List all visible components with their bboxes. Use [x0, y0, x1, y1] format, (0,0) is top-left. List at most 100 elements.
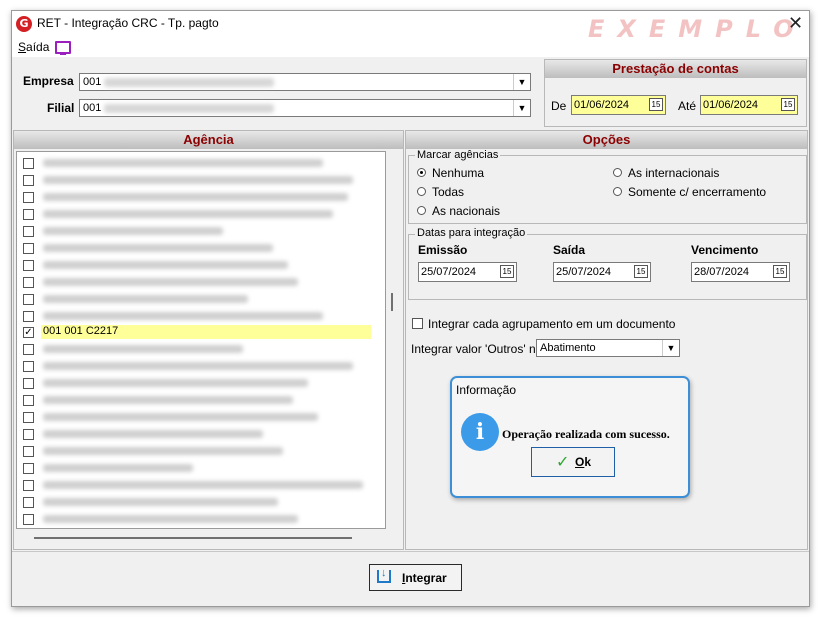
agencia-checkbox[interactable]	[23, 311, 34, 322]
chevron-down-icon[interactable]: ▼	[662, 340, 679, 356]
agencia-checkbox[interactable]	[23, 175, 34, 186]
radio-todas[interactable]	[417, 187, 426, 196]
radio-encerramento[interactable]	[613, 187, 622, 196]
radio-nacionais-label[interactable]: As nacionais	[432, 204, 500, 218]
saida-date-value: 25/07/2024	[556, 266, 612, 278]
agencia-checkbox[interactable]	[23, 480, 34, 491]
integrar-cada-label[interactable]: Integrar cada agrupamento em um document…	[428, 317, 675, 331]
integrar-outros-label: Integrar valor 'Outros' no	[411, 342, 543, 356]
de-label: De	[551, 99, 567, 113]
filial-name-redacted	[104, 104, 274, 113]
agencia-checkbox[interactable]	[23, 260, 34, 271]
agencia-checkbox[interactable]	[23, 395, 34, 406]
empresa-label: Empresa	[23, 74, 74, 88]
filial-select[interactable]: 001 ▼	[79, 99, 531, 117]
horizontal-scrollbar-thumb[interactable]	[34, 537, 352, 539]
ok-accel: O	[575, 455, 585, 469]
chevron-down-icon[interactable]: ▼	[513, 100, 530, 116]
list-item	[43, 244, 273, 252]
title-bar: G RET - Integração CRC - Tp. pagto EXEMP…	[12, 11, 809, 43]
ate-date-field[interactable]: 01/06/2024 15	[700, 95, 798, 115]
radio-nenhuma-label[interactable]: Nenhuma	[432, 166, 484, 180]
list-item-selected[interactable]: 001 001 C2217	[41, 325, 371, 339]
agencia-checkbox[interactable]	[23, 209, 34, 220]
list-item	[43, 295, 248, 303]
list-item	[43, 159, 323, 167]
calendar-icon[interactable]: 15	[634, 265, 648, 278]
dialog-message: Operação realizada com sucesso.	[502, 427, 670, 441]
menu-saida[interactable]: Saída	[18, 40, 49, 54]
emissao-date-field[interactable]: 25/07/2024 15	[418, 262, 517, 282]
agencia-checkbox[interactable]	[23, 344, 34, 355]
prestacao-panel: Prestação de contas De 01/06/2024 15 Até…	[544, 59, 807, 127]
list-item	[43, 498, 278, 506]
ate-date-value: 01/06/2024	[703, 99, 759, 111]
agencia-checkbox[interactable]	[23, 277, 34, 288]
agencia-checkbox[interactable]	[23, 158, 34, 169]
agencia-list[interactable]: 001 001 C2217 ✓	[16, 151, 386, 529]
list-item	[43, 464, 193, 472]
list-item	[43, 447, 283, 455]
list-item	[43, 227, 223, 235]
de-date-value: 01/06/2024	[574, 99, 630, 111]
prestacao-title: Prestação de contas	[545, 60, 806, 78]
agencia-checkbox[interactable]	[23, 378, 34, 389]
main-window: G RET - Integração CRC - Tp. pagto EXEMP…	[11, 10, 810, 607]
chevron-down-icon[interactable]: ▼	[513, 74, 530, 90]
calendar-icon[interactable]: 15	[773, 265, 787, 278]
radio-nenhuma[interactable]	[417, 168, 426, 177]
marcar-agencias-title: Marcar agências	[415, 149, 501, 161]
list-item	[43, 210, 333, 218]
close-icon[interactable]: ✕	[788, 13, 803, 34]
radio-todas-label[interactable]: Todas	[432, 185, 464, 199]
radio-internacionais-label[interactable]: As internacionais	[628, 166, 719, 180]
list-item	[43, 345, 243, 353]
agencia-checkbox[interactable]	[23, 226, 34, 237]
list-item	[43, 396, 293, 404]
calendar-icon[interactable]: 15	[781, 98, 795, 111]
agencia-checkbox[interactable]	[23, 497, 34, 508]
emissao-date-value: 25/07/2024	[421, 266, 477, 278]
vencimento-date-field[interactable]: 28/07/2024 15	[691, 262, 790, 282]
agencia-checkbox[interactable]	[23, 429, 34, 440]
agencia-checkbox[interactable]	[23, 192, 34, 203]
menu-saida-accel: S	[18, 40, 27, 54]
list-item	[43, 176, 353, 184]
information-icon: i	[461, 413, 499, 451]
agencia-checkbox[interactable]	[23, 463, 34, 474]
integrar-outros-select[interactable]: Abatimento ▼	[536, 339, 680, 357]
agencia-panel: Agência 001 001 C2217 ✓	[13, 130, 404, 550]
radio-nacionais[interactable]	[417, 206, 426, 215]
agencia-checkbox[interactable]	[23, 412, 34, 423]
agencia-checkbox[interactable]	[23, 446, 34, 457]
list-item	[43, 430, 263, 438]
de-date-field[interactable]: 01/06/2024 15	[571, 95, 666, 115]
agencia-checkbox[interactable]	[23, 361, 34, 372]
saida-label: Saída	[553, 243, 586, 257]
empresa-select[interactable]: 001 ▼	[79, 73, 531, 91]
agencia-checkbox[interactable]	[23, 514, 34, 525]
integrar-outros-value: Abatimento	[540, 342, 596, 354]
agencia-checkbox[interactable]	[23, 243, 34, 254]
integrar-cada-checkbox[interactable]	[412, 318, 423, 329]
radio-encerramento-label[interactable]: Somente c/ encerramento	[628, 185, 766, 199]
monitor-icon[interactable]	[55, 41, 71, 55]
list-item	[43, 413, 318, 421]
list-item	[43, 278, 298, 286]
agencia-checkbox[interactable]	[23, 294, 34, 305]
opcoes-title: Opções	[406, 131, 807, 149]
calendar-icon[interactable]: 15	[500, 265, 514, 278]
ok-button[interactable]: ✓ Ok	[531, 447, 615, 477]
ate-label: Até	[678, 99, 697, 113]
divider	[12, 551, 809, 552]
integrar-button-label: Integrar	[402, 571, 447, 585]
list-item	[43, 261, 288, 269]
vertical-scrollbar-thumb[interactable]	[391, 293, 393, 311]
integrar-label-rest: ntegrar	[405, 571, 447, 585]
radio-internacionais[interactable]	[613, 168, 622, 177]
agencia-checkbox-checked[interactable]: ✓	[23, 327, 34, 338]
saida-date-field[interactable]: 25/07/2024 15	[553, 262, 651, 282]
calendar-icon[interactable]: 15	[649, 98, 663, 111]
list-item	[43, 515, 298, 523]
integrar-button[interactable]: ↓ Integrar	[369, 564, 462, 591]
